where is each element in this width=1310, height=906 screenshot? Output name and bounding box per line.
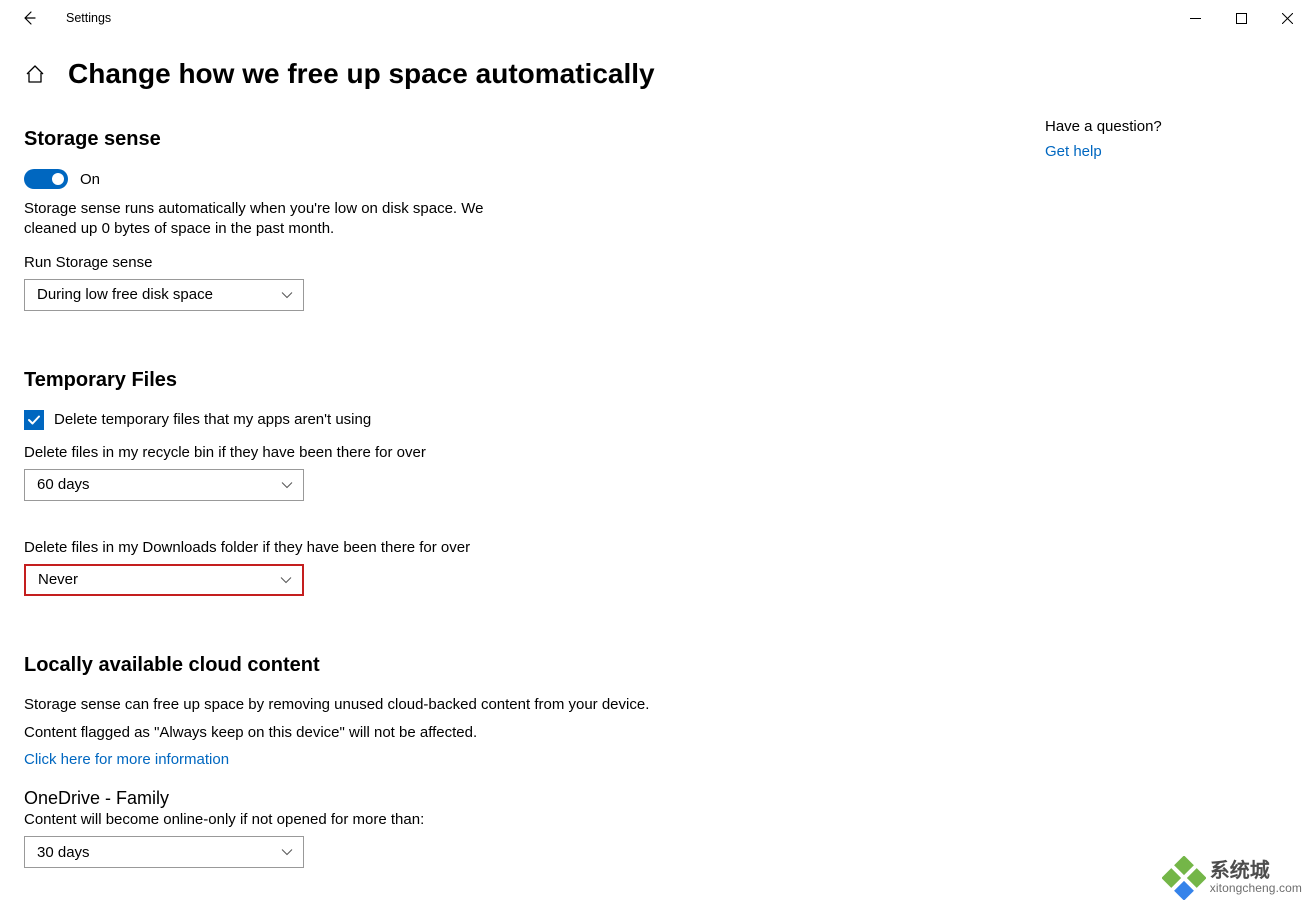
- home-icon: [24, 63, 46, 85]
- checkmark-icon: [27, 413, 41, 427]
- chevron-down-icon: [281, 479, 293, 491]
- watermark-text-url: xitongcheng.com: [1210, 882, 1302, 895]
- onedrive-dropdown[interactable]: 30 days: [24, 836, 304, 868]
- storage-sense-toggle[interactable]: [24, 169, 68, 189]
- help-panel: Have a question? Get help: [1045, 118, 1285, 160]
- run-storage-sense-value: During low free disk space: [37, 286, 213, 303]
- maximize-button[interactable]: [1218, 0, 1264, 36]
- back-button[interactable]: [18, 10, 40, 26]
- titlebar: Settings: [0, 0, 1310, 36]
- more-info-link[interactable]: Click here for more information: [24, 751, 684, 768]
- downloads-label: Delete files in my Downloads folder if t…: [24, 539, 684, 556]
- watermark-logo-icon: [1162, 856, 1206, 900]
- downloads-dropdown[interactable]: Never: [24, 564, 304, 596]
- recycle-bin-dropdown[interactable]: 60 days: [24, 469, 304, 501]
- close-icon: [1282, 13, 1293, 24]
- page-header: Change how we free up space automaticall…: [0, 58, 1310, 90]
- main-pane: Storage sense On Storage sense runs auto…: [24, 128, 684, 868]
- run-storage-sense-label: Run Storage sense: [24, 254, 684, 271]
- close-button[interactable]: [1264, 0, 1310, 36]
- delete-temp-label: Delete temporary files that my apps aren…: [54, 411, 371, 428]
- storage-sense-section: Storage sense On Storage sense runs auto…: [24, 128, 684, 311]
- window-title: Settings: [66, 11, 111, 25]
- maximize-icon: [1236, 13, 1247, 24]
- onedrive-value: 30 days: [37, 844, 90, 861]
- window-controls: [1172, 0, 1310, 36]
- chevron-down-icon: [281, 289, 293, 301]
- temporary-files-heading: Temporary Files: [24, 369, 684, 392]
- watermark: 系统城 xitongcheng.com: [1162, 856, 1302, 900]
- downloads-value: Never: [38, 571, 78, 588]
- cloud-content-heading: Locally available cloud content: [24, 654, 684, 677]
- watermark-text-cn: 系统城: [1210, 861, 1302, 882]
- temporary-files-section: Temporary Files Delete temporary files t…: [24, 369, 684, 596]
- onedrive-desc: Content will become online-only if not o…: [24, 811, 684, 828]
- storage-sense-description: Storage sense runs automatically when yo…: [24, 199, 484, 240]
- home-button[interactable]: [24, 63, 46, 85]
- cloud-desc-2: Content flagged as "Always keep on this …: [24, 723, 664, 743]
- storage-sense-toggle-label: On: [80, 171, 100, 188]
- onedrive-heading: OneDrive - Family: [24, 788, 684, 809]
- chevron-down-icon: [281, 846, 293, 858]
- recycle-bin-label: Delete files in my recycle bin if they h…: [24, 444, 684, 461]
- chevron-down-icon: [280, 574, 292, 586]
- minimize-button[interactable]: [1172, 0, 1218, 36]
- get-help-link[interactable]: Get help: [1045, 143, 1285, 160]
- help-question: Have a question?: [1045, 118, 1285, 135]
- delete-temp-checkbox[interactable]: [24, 410, 44, 430]
- run-storage-sense-dropdown[interactable]: During low free disk space: [24, 279, 304, 311]
- arrow-left-icon: [21, 10, 37, 26]
- minimize-icon: [1190, 13, 1201, 24]
- storage-sense-heading: Storage sense: [24, 128, 684, 151]
- recycle-bin-value: 60 days: [37, 476, 90, 493]
- cloud-content-section: Locally available cloud content Storage …: [24, 654, 684, 869]
- cloud-desc-1: Storage sense can free up space by remov…: [24, 695, 664, 715]
- page-title: Change how we free up space automaticall…: [68, 58, 655, 90]
